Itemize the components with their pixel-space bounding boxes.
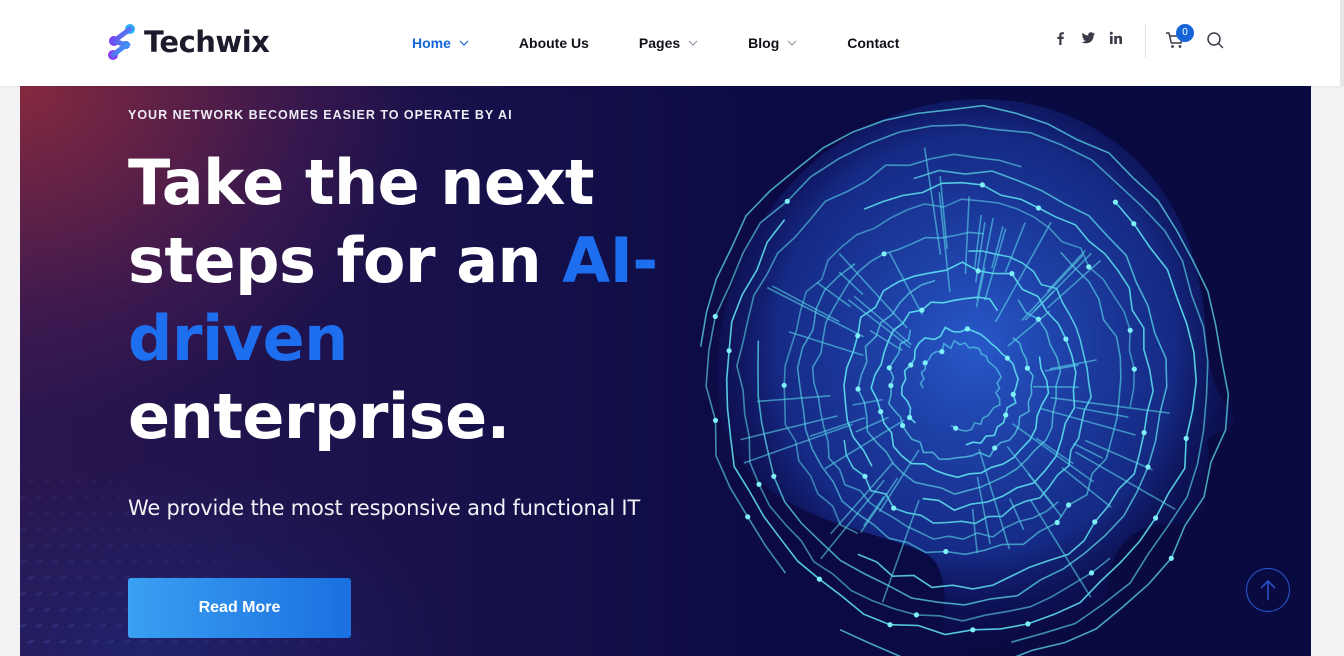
nav-item-pages[interactable]: Pages	[639, 35, 698, 51]
nav-item-about[interactable]: Aboute Us	[519, 35, 589, 51]
social-links	[1052, 30, 1136, 46]
nav-item-label: Contact	[847, 35, 900, 51]
chevron-down-icon	[787, 40, 797, 46]
ai-head-illustration	[699, 99, 1235, 656]
brand-name: Techwix	[144, 25, 270, 59]
search-icon[interactable]	[1206, 31, 1224, 49]
scroll-to-top-button[interactable]	[1246, 568, 1290, 612]
hero-eyebrow: YOUR NETWORK BECOMES EASIER TO OPERATE B…	[128, 108, 513, 122]
page-margin	[1311, 86, 1344, 656]
header-divider	[1145, 24, 1146, 58]
hero-headline: Take the next steps for an AI-driven ent…	[128, 144, 688, 456]
site-header: Techwix Home Aboute Us Pages Blog Contac…	[0, 0, 1344, 86]
logo[interactable]: Techwix	[106, 22, 270, 62]
nav-item-contact[interactable]: Contact	[847, 35, 899, 51]
chevron-down-icon	[688, 40, 698, 46]
nav-item-blog[interactable]: Blog	[748, 35, 797, 51]
cart-count-badge: 0	[1176, 24, 1194, 42]
nav-item-label: Aboute Us	[518, 35, 589, 51]
logo-mark-icon	[108, 24, 135, 60]
nav-item-home[interactable]: Home	[412, 35, 469, 51]
facebook-icon[interactable]	[1052, 30, 1068, 46]
read-more-button[interactable]: Read More	[128, 578, 351, 638]
linkedin-icon[interactable]	[1108, 30, 1124, 46]
arrow-up-icon	[1260, 580, 1276, 600]
hero-subtext: We provide the most responsive and funct…	[128, 496, 641, 520]
chevron-down-icon	[459, 40, 469, 46]
main-nav: Home Aboute Us Pages Blog Contact	[412, 0, 949, 86]
hero-banner: YOUR NETWORK BECOMES EASIER TO OPERATE B…	[20, 86, 1311, 656]
nav-item-label: Pages	[638, 35, 681, 51]
twitter-icon[interactable]	[1080, 30, 1096, 46]
headline-part1: Take the next steps for an	[128, 146, 595, 297]
nav-item-label: Blog	[748, 35, 780, 51]
headline-part2: enterprise.	[128, 380, 510, 453]
nav-item-label: Home	[412, 35, 451, 51]
